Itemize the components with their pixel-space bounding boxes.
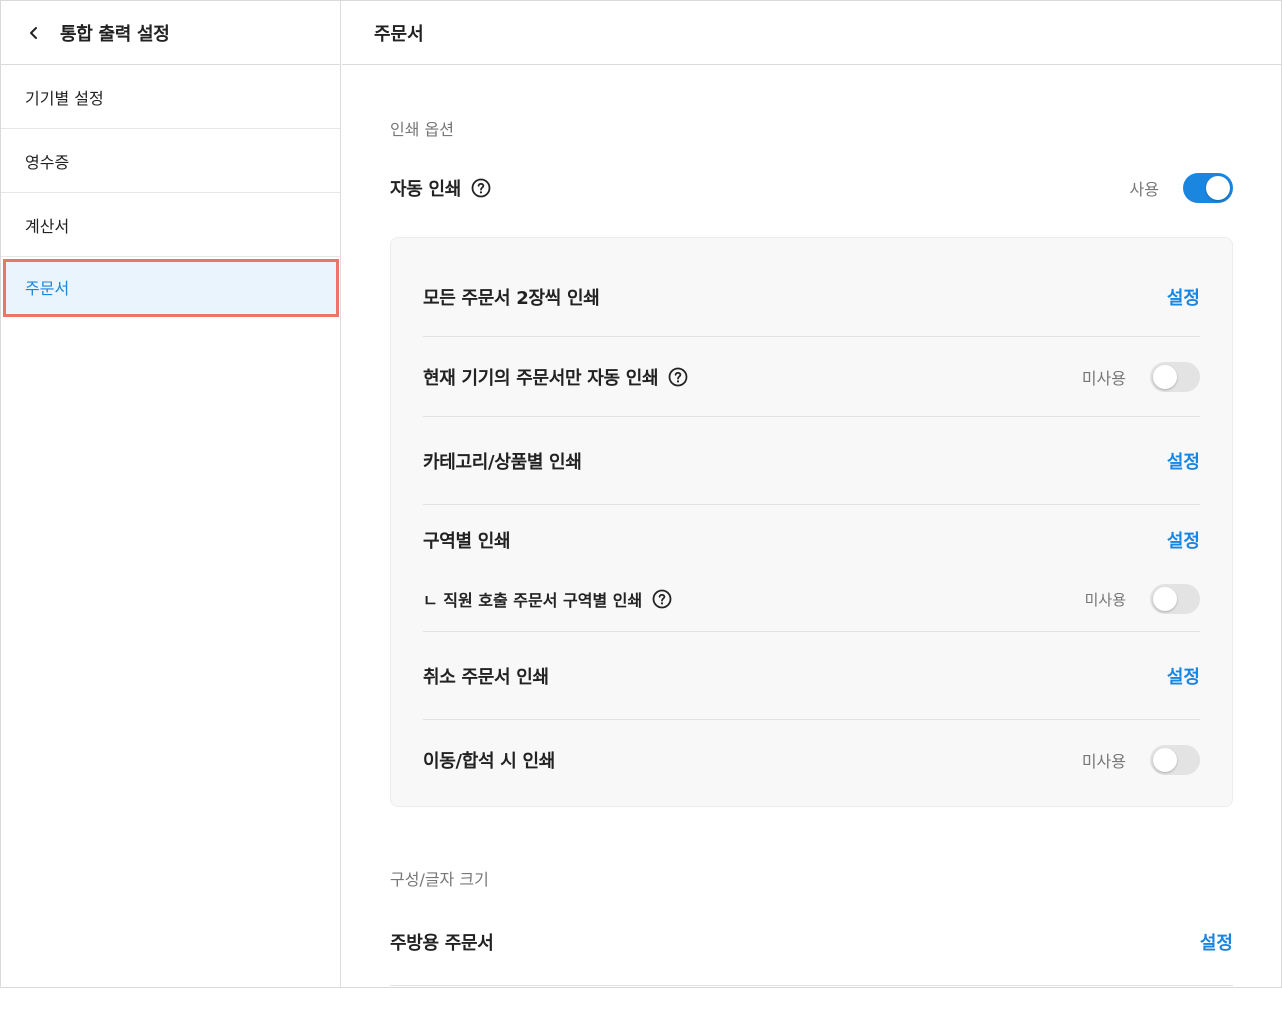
- option-label-with-help: 현재 기기의 주문서만 자동 인쇄: [423, 364, 688, 390]
- auto-print-label: 자동 인쇄: [390, 179, 462, 200]
- auto-print-toggle[interactable]: [1183, 173, 1233, 203]
- option-row: 현재 기기의 주문서만 자동 인쇄 미사용: [423, 362, 1200, 392]
- help-icon[interactable]: [652, 589, 672, 609]
- main-panel: 주문서 인쇄 옵션 자동 인쇄 사용 모든 주문서 2장씩 인쇄 설정 현재 기…: [342, 1, 1281, 987]
- divider: [423, 504, 1200, 505]
- divider: [423, 631, 1200, 632]
- help-icon[interactable]: [471, 178, 491, 198]
- option-label: ㄴ 직원 호출 주문서 구역별 인쇄: [423, 591, 643, 610]
- section-label-layout: 구성/글자 크기: [390, 870, 489, 889]
- sidebar-item-order-sheet[interactable]: 주문서: [1, 257, 340, 317]
- sidebar-item-device-settings[interactable]: 기기별 설정: [1, 65, 340, 129]
- option-status: 미사용: [1084, 590, 1126, 609]
- print-options-card: 모든 주문서 2장씩 인쇄 설정 현재 기기의 주문서만 자동 인쇄 미사용 카…: [390, 237, 1233, 807]
- sidebar-item-receipt[interactable]: 영수증: [1, 129, 340, 193]
- option-row: 취소 주문서 인쇄 설정: [423, 661, 1200, 691]
- settings-link[interactable]: 설정: [1167, 448, 1200, 474]
- sidebar-header: 통합 출력 설정: [1, 1, 340, 65]
- settings-link[interactable]: 설정: [1167, 527, 1200, 553]
- auto-print-status: 사용: [1129, 180, 1159, 199]
- auto-print-title: 자동 인쇄: [390, 175, 491, 201]
- sidebar-item-invoice[interactable]: 계산서: [1, 193, 340, 257]
- settings-link[interactable]: 설정: [1167, 284, 1200, 310]
- toggle-knob: [1153, 748, 1177, 772]
- divider: [390, 985, 1233, 986]
- option-toggle[interactable]: [1150, 584, 1200, 614]
- settings-link[interactable]: 설정: [1200, 929, 1233, 955]
- kitchen-order-row: 주방용 주문서 설정: [390, 927, 1233, 957]
- kitchen-order-label: 주방용 주문서: [390, 933, 494, 954]
- divider: [423, 719, 1200, 720]
- sidebar-item-label: 계산서: [25, 216, 70, 236]
- sidebar: 통합 출력 설정 기기별 설정 영수증 계산서 주문서: [1, 1, 341, 987]
- divider: [423, 416, 1200, 417]
- sidebar-item-label: 영수증: [25, 152, 70, 172]
- option-row: 구역별 인쇄 설정: [423, 525, 1200, 555]
- option-row: 모든 주문서 2장씩 인쇄 설정: [423, 282, 1200, 312]
- option-row: 카테고리/상품별 인쇄 설정: [423, 446, 1200, 476]
- option-status: 미사용: [1081, 752, 1126, 771]
- help-icon[interactable]: [668, 367, 688, 387]
- chevron-left-icon[interactable]: [25, 24, 43, 42]
- section-label-print-options: 인쇄 옵션: [390, 120, 454, 139]
- toggle-knob: [1153, 587, 1177, 611]
- option-row: 이동/합석 시 인쇄 미사용: [423, 745, 1200, 775]
- option-label-with-help: ㄴ 직원 호출 주문서 구역별 인쇄: [423, 587, 672, 611]
- sidebar-item-label: 기기별 설정: [25, 88, 104, 108]
- auto-print-row: 자동 인쇄 사용: [390, 168, 1233, 208]
- sidebar-title: 통합 출력 설정: [60, 23, 170, 45]
- option-label: 이동/합석 시 인쇄: [423, 751, 556, 772]
- sidebar-item-label: 주문서: [25, 279, 70, 298]
- option-label: 취소 주문서 인쇄: [423, 667, 549, 688]
- toggle-knob: [1206, 176, 1230, 200]
- toggle-knob: [1153, 365, 1177, 389]
- settings-link[interactable]: 설정: [1167, 663, 1200, 689]
- app-window: 통합 출력 설정 기기별 설정 영수증 계산서 주문서 주문서 인쇄 옵션 자동…: [0, 0, 1282, 988]
- page-title: 주문서: [342, 1, 1281, 65]
- option-toggle[interactable]: [1150, 745, 1200, 775]
- option-label: 카테고리/상품별 인쇄: [423, 452, 582, 473]
- option-toggle[interactable]: [1150, 362, 1200, 392]
- option-label: 구역별 인쇄: [423, 531, 511, 552]
- divider: [423, 336, 1200, 337]
- option-label: 모든 주문서 2장씩 인쇄: [423, 288, 600, 309]
- option-subrow: ㄴ 직원 호출 주문서 구역별 인쇄 미사용: [423, 584, 1200, 614]
- option-label: 현재 기기의 주문서만 자동 인쇄: [423, 368, 659, 389]
- option-status: 미사용: [1081, 369, 1126, 388]
